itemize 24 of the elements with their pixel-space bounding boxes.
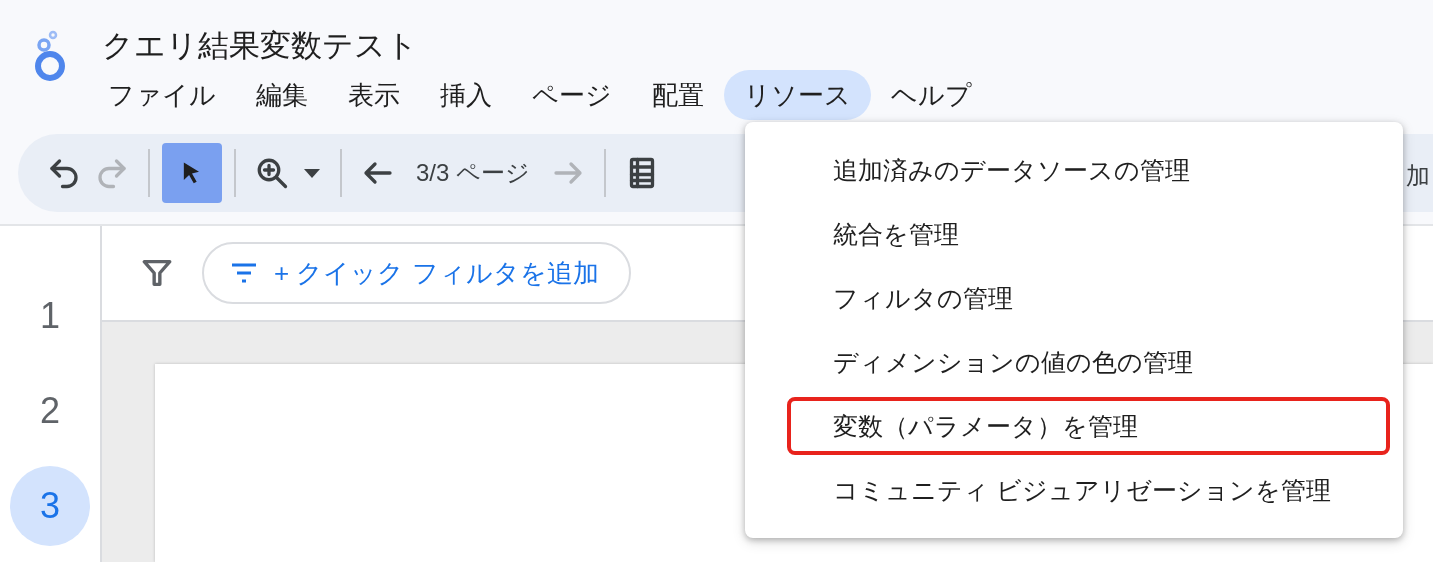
menu-option[interactable]: フィルタの管理 (745, 266, 1403, 330)
menu-item[interactable]: ファイル (88, 70, 236, 120)
menu-item[interactable]: 挿入 (420, 70, 512, 120)
toolbar-label[interactable]: 加 (1406, 160, 1430, 192)
document-title[interactable]: クエリ結果変数テスト (102, 22, 992, 70)
menu-item[interactable]: ヘルプ (871, 70, 992, 120)
menu-item[interactable]: リソース (724, 70, 871, 120)
menu-item[interactable]: 配置 (632, 70, 724, 120)
page-indicator: 3/3 ページ (416, 158, 531, 188)
menu-option[interactable]: ディメンションの値の色の管理 (745, 330, 1403, 394)
menu-option[interactable]: 追加済みのデータソースの管理 (745, 138, 1403, 202)
menu-option[interactable]: 変数（パラメータ）を管理 (745, 394, 1403, 458)
menu-item[interactable]: 表示 (328, 70, 420, 120)
select-tool-button[interactable] (162, 143, 222, 203)
menu-option[interactable]: 統合を管理 (745, 202, 1403, 266)
menu-item[interactable]: 編集 (236, 70, 328, 120)
caret-icon[interactable] (302, 167, 322, 179)
page-tab[interactable]: 2 (10, 371, 90, 451)
menu-option[interactable]: コミュニティ ビジュアリゼーションを管理 (745, 458, 1403, 522)
logo-icon (33, 30, 67, 84)
page-tab[interactable]: 1 (10, 276, 90, 356)
filter-list-icon (230, 262, 258, 284)
quick-filter-button[interactable]: + クイック フィルタを追加 (202, 242, 631, 304)
menu-item[interactable]: ページ (512, 70, 632, 120)
